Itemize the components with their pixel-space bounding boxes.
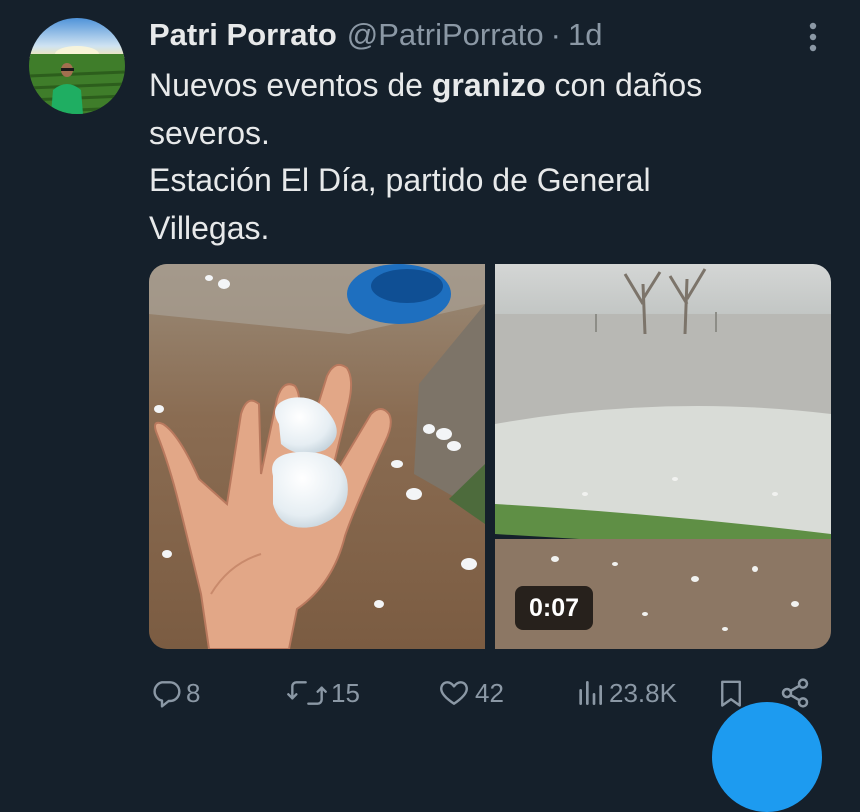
video-duration-badge: 0:07 — [515, 586, 593, 630]
reply-icon — [153, 681, 181, 708]
tweet-text-line-2: severos. — [149, 114, 270, 151]
retweet-button[interactable]: 15 — [287, 670, 360, 716]
hail-in-hand-image — [149, 264, 485, 649]
avatar-photo-icon — [29, 18, 125, 114]
tweet-text-line-1: Nuevos eventos de granizo con daños — [149, 62, 829, 110]
tweet-text-line-1-end: con daños — [545, 67, 703, 103]
like-button[interactable]: 42 — [437, 670, 504, 716]
header-separator: · — [550, 17, 561, 52]
more-options-button[interactable] — [796, 16, 830, 56]
author-handle[interactable]: @PatriPorrato — [347, 17, 544, 53]
compose-fab-button[interactable] — [712, 702, 822, 812]
views-count: 23.8K — [609, 677, 677, 708]
author-display-name[interactable]: Patri Porrato — [149, 17, 337, 53]
author-avatar[interactable] — [29, 18, 125, 114]
tweet-text: Nuevos eventos de granizo con daños seve… — [149, 62, 829, 252]
more-vertical-icon — [809, 22, 817, 52]
media-photo[interactable] — [149, 264, 485, 649]
views-button[interactable]: 23.8K — [575, 670, 677, 716]
tweet-timestamp[interactable]: 1d — [568, 17, 602, 53]
retweet-count: 15 — [331, 677, 360, 708]
retweet-icon — [287, 681, 327, 705]
heart-icon — [440, 681, 468, 705]
bookmark-icon — [721, 680, 741, 707]
views-icon — [579, 681, 602, 705]
tweet-text-line-3: Estación El Día, partido de General — [149, 162, 651, 198]
tweet-text-line-4: Villegas. — [149, 209, 270, 246]
tweet-header: Patri Porrato @PatriPorrato · 1d — [149, 14, 602, 56]
like-count: 42 — [475, 677, 504, 708]
media-video[interactable]: 0:07 — [495, 264, 831, 649]
tweet-text-bold-word: granizo — [431, 67, 546, 103]
reply-button[interactable]: 8 — [150, 670, 200, 716]
tweet-text-line-1-start: Nuevos eventos de — [149, 67, 432, 103]
reply-count: 8 — [186, 677, 201, 708]
